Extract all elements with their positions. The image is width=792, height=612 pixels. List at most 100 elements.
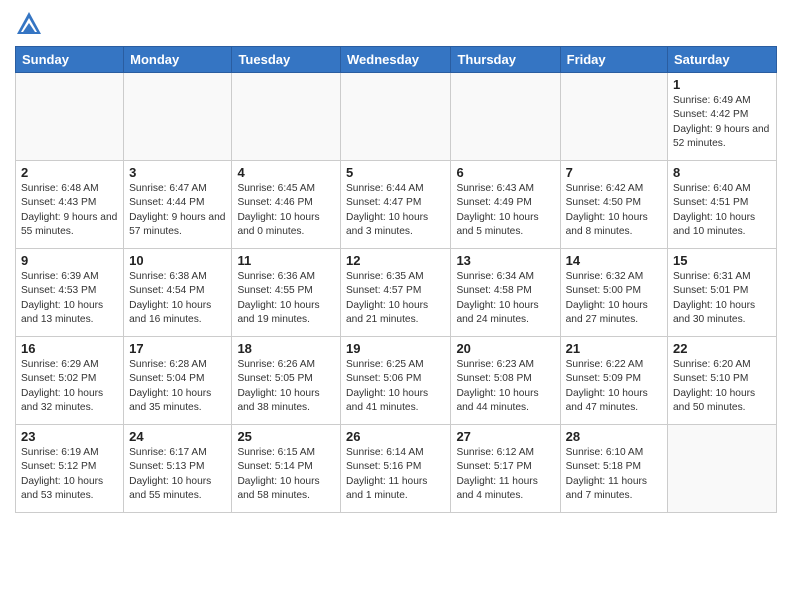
logo xyxy=(15,10,45,38)
day-number: 26 xyxy=(346,429,445,444)
day-cell: 28Sunrise: 6:10 AM Sunset: 5:18 PM Dayli… xyxy=(560,425,667,513)
weekday-thursday: Thursday xyxy=(451,47,560,73)
day-number: 3 xyxy=(129,165,226,180)
weekday-monday: Monday xyxy=(124,47,232,73)
day-cell: 19 Sunrise: 6:25 AM Sunset: 5:06 PM Dayli… xyxy=(341,337,451,425)
day-info: Sunrise: 6:17 AM Sunset: 5:13 PM Dayligh… xyxy=(129,446,226,503)
day-info: Sunrise: 6:39 AM Sunset: 4:53 PM Dayligh… xyxy=(21,270,118,327)
day-number: 16 xyxy=(21,341,118,356)
week-row-4: 16 Sunrise: 6:29 AM Sunset: 5:02 PM Dayli… xyxy=(16,337,777,425)
day-cell: 12 Sunrise: 6:35 AM Sunset: 4:57 PM Dayli… xyxy=(341,249,451,337)
day-info: Sunrise: 6:14 AM Sunset: 5:16 PM Dayligh… xyxy=(346,446,445,503)
day-info: Sunrise: 6:42 AM Sunset: 4:50 PM Dayligh… xyxy=(566,182,662,239)
day-cell: 10 Sunrise: 6:38 AM Sunset: 4:54 PM Dayli… xyxy=(124,249,232,337)
day-info: Sunrise: 6:48 AM Sunset: 4:43 PM Dayligh… xyxy=(21,182,118,239)
day-number: 20 xyxy=(456,341,554,356)
weekday-tuesday: Tuesday xyxy=(232,47,341,73)
day-info: Sunrise: 6:20 AM Sunset: 5:10 PM Dayligh… xyxy=(673,358,771,415)
day-number: 24 xyxy=(129,429,226,444)
day-number: 27 xyxy=(456,429,554,444)
day-cell xyxy=(451,73,560,161)
day-info: Sunrise: 6:28 AM Sunset: 5:04 PM Dayligh… xyxy=(129,358,226,415)
day-cell: 2 Sunrise: 6:48 AM Sunset: 4:43 PM Daylig… xyxy=(16,161,124,249)
day-number: 15 xyxy=(673,253,771,268)
day-number: 7 xyxy=(566,165,662,180)
day-cell xyxy=(560,73,667,161)
day-cell xyxy=(232,73,341,161)
day-cell: 13 Sunrise: 6:34 AM Sunset: 4:58 PM Dayli… xyxy=(451,249,560,337)
week-row-1: 1 Sunrise: 6:49 AM Sunset: 4:42 PM Daylig… xyxy=(16,73,777,161)
day-number: 9 xyxy=(21,253,118,268)
day-number: 11 xyxy=(237,253,335,268)
day-info: Sunrise: 6:38 AM Sunset: 4:54 PM Dayligh… xyxy=(129,270,226,327)
day-number: 19 xyxy=(346,341,445,356)
day-number: 18 xyxy=(237,341,335,356)
day-info: Sunrise: 6:43 AM Sunset: 4:49 PM Dayligh… xyxy=(456,182,554,239)
day-cell: 23Sunrise: 6:19 AM Sunset: 5:12 PM Dayli… xyxy=(16,425,124,513)
week-row-2: 2 Sunrise: 6:48 AM Sunset: 4:43 PM Daylig… xyxy=(16,161,777,249)
day-number: 17 xyxy=(129,341,226,356)
weekday-wednesday: Wednesday xyxy=(341,47,451,73)
day-cell: 6 Sunrise: 6:43 AM Sunset: 4:49 PM Daylig… xyxy=(451,161,560,249)
day-cell: 20Sunrise: 6:23 AM Sunset: 5:08 PM Dayli… xyxy=(451,337,560,425)
day-info: Sunrise: 6:22 AM Sunset: 5:09 PM Dayligh… xyxy=(566,358,662,415)
calendar-table: SundayMondayTuesdayWednesdayThursdayFrid… xyxy=(15,46,777,513)
day-cell: 24 Sunrise: 6:17 AM Sunset: 5:13 PM Dayli… xyxy=(124,425,232,513)
day-number: 10 xyxy=(129,253,226,268)
day-cell: 25 Sunrise: 6:15 AM Sunset: 5:14 PM Dayli… xyxy=(232,425,341,513)
day-cell: 5Sunrise: 6:44 AM Sunset: 4:47 PM Daylig… xyxy=(341,161,451,249)
day-cell: 27Sunrise: 6:12 AM Sunset: 5:17 PM Dayli… xyxy=(451,425,560,513)
day-cell: 1 Sunrise: 6:49 AM Sunset: 4:42 PM Daylig… xyxy=(668,73,777,161)
day-cell: 16 Sunrise: 6:29 AM Sunset: 5:02 PM Dayli… xyxy=(16,337,124,425)
day-cell xyxy=(16,73,124,161)
day-cell: 15 Sunrise: 6:31 AM Sunset: 5:01 PM Dayli… xyxy=(668,249,777,337)
day-number: 22 xyxy=(673,341,771,356)
day-cell: 22 Sunrise: 6:20 AM Sunset: 5:10 PM Dayli… xyxy=(668,337,777,425)
calendar-page: SundayMondayTuesdayWednesdayThursdayFrid… xyxy=(0,0,792,523)
day-info: Sunrise: 6:26 AM Sunset: 5:05 PM Dayligh… xyxy=(237,358,335,415)
day-cell xyxy=(341,73,451,161)
weekday-friday: Friday xyxy=(560,47,667,73)
day-info: Sunrise: 6:35 AM Sunset: 4:57 PM Dayligh… xyxy=(346,270,445,327)
day-info: Sunrise: 6:40 AM Sunset: 4:51 PM Dayligh… xyxy=(673,182,771,239)
day-info: Sunrise: 6:47 AM Sunset: 4:44 PM Dayligh… xyxy=(129,182,226,239)
day-number: 25 xyxy=(237,429,335,444)
day-number: 23 xyxy=(21,429,118,444)
day-number: 8 xyxy=(673,165,771,180)
day-cell: 8 Sunrise: 6:40 AM Sunset: 4:51 PM Daylig… xyxy=(668,161,777,249)
weekday-saturday: Saturday xyxy=(668,47,777,73)
day-cell: 3 Sunrise: 6:47 AM Sunset: 4:44 PM Daylig… xyxy=(124,161,232,249)
day-cell xyxy=(124,73,232,161)
day-cell: 17 Sunrise: 6:28 AM Sunset: 5:04 PM Dayli… xyxy=(124,337,232,425)
day-number: 4 xyxy=(237,165,335,180)
logo-icon xyxy=(15,10,43,38)
day-info: Sunrise: 6:29 AM Sunset: 5:02 PM Dayligh… xyxy=(21,358,118,415)
day-cell: 4Sunrise: 6:45 AM Sunset: 4:46 PM Daylig… xyxy=(232,161,341,249)
week-row-5: 23Sunrise: 6:19 AM Sunset: 5:12 PM Dayli… xyxy=(16,425,777,513)
day-info: Sunrise: 6:34 AM Sunset: 4:58 PM Dayligh… xyxy=(456,270,554,327)
day-info: Sunrise: 6:25 AM Sunset: 5:06 PM Dayligh… xyxy=(346,358,445,415)
week-row-3: 9 Sunrise: 6:39 AM Sunset: 4:53 PM Daylig… xyxy=(16,249,777,337)
day-cell: 11 Sunrise: 6:36 AM Sunset: 4:55 PM Dayli… xyxy=(232,249,341,337)
day-cell: 9 Sunrise: 6:39 AM Sunset: 4:53 PM Daylig… xyxy=(16,249,124,337)
day-number: 14 xyxy=(566,253,662,268)
day-cell xyxy=(668,425,777,513)
day-number: 12 xyxy=(346,253,445,268)
day-info: Sunrise: 6:31 AM Sunset: 5:01 PM Dayligh… xyxy=(673,270,771,327)
day-number: 13 xyxy=(456,253,554,268)
day-number: 1 xyxy=(673,77,771,92)
header xyxy=(15,10,777,38)
day-number: 2 xyxy=(21,165,118,180)
day-info: Sunrise: 6:36 AM Sunset: 4:55 PM Dayligh… xyxy=(237,270,335,327)
day-info: Sunrise: 6:44 AM Sunset: 4:47 PM Dayligh… xyxy=(346,182,445,239)
day-info: Sunrise: 6:32 AM Sunset: 5:00 PM Dayligh… xyxy=(566,270,662,327)
weekday-header-row: SundayMondayTuesdayWednesdayThursdayFrid… xyxy=(16,47,777,73)
day-cell: 26 Sunrise: 6:14 AM Sunset: 5:16 PM Dayli… xyxy=(341,425,451,513)
day-info: Sunrise: 6:15 AM Sunset: 5:14 PM Dayligh… xyxy=(237,446,335,503)
weekday-sunday: Sunday xyxy=(16,47,124,73)
day-info: Sunrise: 6:49 AM Sunset: 4:42 PM Dayligh… xyxy=(673,94,771,151)
day-info: Sunrise: 6:10 AM Sunset: 5:18 PM Dayligh… xyxy=(566,446,662,503)
day-number: 6 xyxy=(456,165,554,180)
day-cell: 14 Sunrise: 6:32 AM Sunset: 5:00 PM Dayli… xyxy=(560,249,667,337)
day-cell: 7 Sunrise: 6:42 AM Sunset: 4:50 PM Daylig… xyxy=(560,161,667,249)
